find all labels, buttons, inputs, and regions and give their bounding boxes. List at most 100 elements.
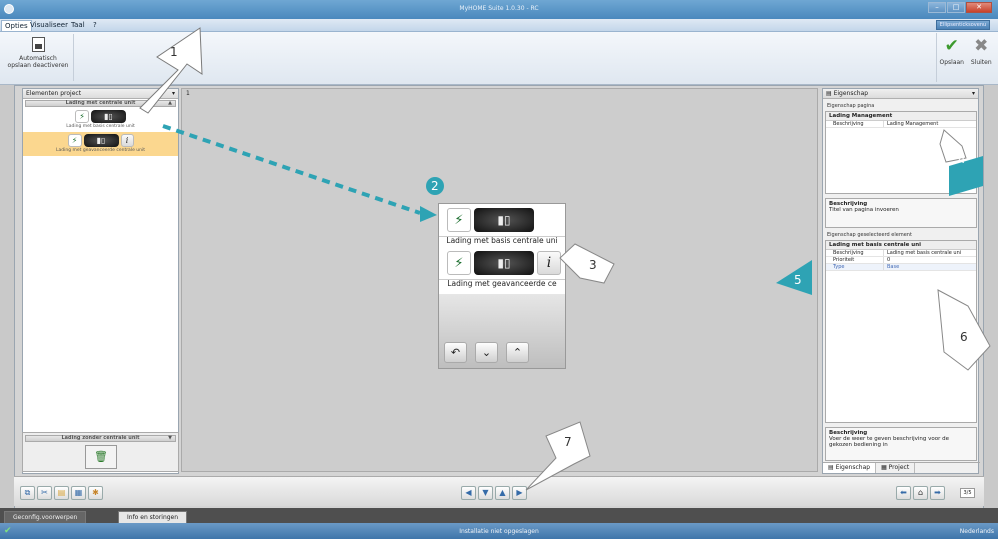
save-label: Opslaan	[939, 59, 964, 66]
callout-1: 1	[170, 45, 178, 59]
component-basic-unit[interactable]: ⚡ ▮▯ Lading met basis centrale unit	[23, 108, 178, 132]
plug-load-icon: ⚡	[75, 110, 89, 123]
page-number: 1	[186, 90, 190, 97]
move-left-button[interactable]: ◀	[461, 486, 476, 500]
component-label: Lading met geavanceerde centrale unit	[56, 148, 145, 153]
properties-title: Eigenschap	[833, 90, 869, 97]
window-title: MyHOME Suite 1.0.30 - RC	[459, 5, 539, 12]
collapse-chevron-icon[interactable]: ▲	[168, 101, 172, 106]
load-device-icon: ▮▯	[474, 251, 534, 275]
expand-chevron-icon[interactable]: ▼	[168, 436, 172, 441]
title-bar: MyHOME Suite 1.0.30 - RC – □ ✕	[0, 0, 998, 19]
property-value[interactable]: Lading met basis centrale uni	[884, 250, 961, 256]
element-properties-label: Eigenschap geselecteerd element	[827, 232, 912, 238]
home-icon[interactable]: ⌂	[913, 486, 928, 500]
element-properties-header: Lading met basis centrale uni	[826, 241, 976, 250]
window-controls: – □ ✕	[928, 2, 992, 13]
tab-info-errors[interactable]: Info en storingen	[118, 511, 188, 523]
property-row[interactable]: Beschrijving Lading met basis centrale u…	[826, 250, 976, 257]
callout-5: 5	[794, 273, 802, 287]
property-value[interactable]: Lading Management	[884, 121, 938, 127]
help-button[interactable]: Ellipsenticksovenu	[936, 20, 990, 30]
autosave-label-1: Automatisch	[19, 55, 57, 62]
tab-project[interactable]: ▦ Project	[876, 463, 916, 473]
properties-tabs: ▤ Eigenschap ▦ Project	[823, 462, 980, 473]
component-label: Lading met basis centrale unit	[66, 124, 135, 129]
autosave-toggle-button[interactable]: Automatisch opslaan deactiveren	[3, 34, 74, 81]
ribbon-toolbar: Automatisch opslaan deactiveren ✔ Opslaa…	[0, 32, 998, 85]
device-item-label: Lading met geavanceerde ce	[447, 279, 557, 288]
elements-panel-header: Elementen project ▾	[23, 89, 178, 99]
tab-label: Eigenschap	[835, 464, 871, 471]
status-tabs-bar: Geconfig.voorwerpen Info en storingen	[0, 508, 998, 523]
maximize-button[interactable]: □	[947, 2, 965, 13]
next-page-button[interactable]: ➡	[930, 486, 945, 500]
checkmark-icon: ✔	[944, 36, 959, 56]
pin-icon[interactable]: ▾	[172, 90, 175, 97]
property-key: Beschrijving	[826, 250, 884, 256]
grid-icon[interactable]: ▦	[71, 486, 86, 500]
elements-panel-title: Elementen project	[26, 90, 82, 97]
group-header-label: Lading zonder centrale unit	[61, 435, 140, 441]
previous-page-button[interactable]: ⬅	[896, 486, 911, 500]
component-advanced-unit[interactable]: ⚡ ▮▯ i Lading met geavanceerde centrale …	[23, 132, 178, 156]
back-button[interactable]: ↶	[444, 342, 467, 363]
move-right-button[interactable]: ▶	[512, 486, 527, 500]
property-row[interactable]: Prioriteit 0	[826, 257, 976, 264]
minimize-button[interactable]: –	[928, 2, 946, 13]
elements-panel-footer: Lading zonder centrale unit ▼ 🗑	[22, 432, 179, 472]
menu-visualiseer[interactable]: Visualiseer	[30, 21, 68, 29]
device-item-basic[interactable]: ⚡ ▮▯ Lading met basis centrale uni	[439, 204, 565, 245]
language-indicator: Nederlands	[959, 528, 994, 535]
scroll-up-button[interactable]: ⌃	[506, 342, 529, 363]
properties-tab-icon: ▤	[828, 464, 836, 471]
menu-help[interactable]: ?	[93, 21, 97, 29]
cut-icon[interactable]: ✂	[37, 486, 52, 500]
save-close-group: ✔ Opslaan ✖ Sluiten	[936, 33, 996, 82]
paste-icon[interactable]: ▤	[54, 486, 69, 500]
close-button[interactable]: ✖ Sluiten	[967, 33, 997, 82]
pin-icon[interactable]: ▾	[972, 90, 975, 97]
callout-4: 4	[958, 152, 966, 166]
group-header-without-unit[interactable]: Lading zonder centrale unit ▼	[25, 435, 176, 442]
load-device-icon: ▮▯	[91, 110, 126, 123]
page-indicator: 3/5	[960, 488, 975, 498]
property-key: Prioriteit	[826, 257, 884, 263]
tab-configured-objects[interactable]: Geconfig.voorwerpen	[4, 511, 87, 523]
page-description-box: Beschrijving Titel van pagina invoeren	[825, 198, 977, 228]
load-device-icon: ▮▯	[83, 134, 119, 147]
menu-taal[interactable]: Taal	[71, 21, 85, 29]
load-device-icon: ▮▯	[474, 208, 534, 232]
property-row[interactable]: Type Base	[826, 264, 976, 271]
close-label: Sluiten	[970, 59, 992, 66]
status-message: Installatie niet opgeslagen	[459, 528, 539, 535]
tab-eigenschap[interactable]: ▤ Eigenschap	[823, 463, 877, 473]
callout-6: 6	[960, 330, 968, 344]
property-row[interactable]: Beschrijving Lading Management	[826, 121, 976, 128]
group-header-label: Lading met centrale unit	[65, 100, 136, 106]
device-item-label: Lading met basis centrale uni	[446, 236, 558, 245]
tools-icon[interactable]: ✱	[88, 486, 103, 500]
floppy-disk-icon	[31, 37, 45, 52]
group-header-with-unit[interactable]: Lading met centrale unit ▲	[25, 100, 176, 107]
menu-opties[interactable]: Opties	[1, 20, 32, 31]
property-value[interactable]: 0	[884, 257, 890, 263]
device-preview[interactable]: ⚡ ▮▯ Lading met basis centrale uni ⚡ ▮▯ …	[438, 203, 566, 369]
device-item-advanced[interactable]: ⚡ ▮▯ i Lading met geavanceerde ce	[439, 247, 565, 288]
project-tab-icon: ▦	[881, 464, 889, 471]
plug-load-icon: ⚡	[447, 208, 471, 232]
property-key: Type	[826, 264, 884, 270]
move-up-button[interactable]: ▲	[495, 486, 510, 500]
copy-icon[interactable]: ⧉	[20, 486, 35, 500]
info-icon: i	[537, 251, 561, 275]
move-down-button[interactable]: ▼	[478, 486, 493, 500]
property-value[interactable]: Base	[884, 264, 899, 270]
menu-bar: Opties Visualiseer Taal ? Ellipsentickso…	[0, 19, 998, 32]
tab-label: Project	[888, 464, 910, 471]
save-button[interactable]: ✔ Opslaan	[937, 33, 967, 82]
scroll-down-button[interactable]: ⌄	[475, 342, 498, 363]
trash-icon[interactable]: 🗑	[85, 445, 117, 469]
element-properties-table: Lading met basis centrale uni Beschrijvi…	[825, 240, 977, 423]
x-icon: ✖	[974, 36, 989, 56]
close-window-button[interactable]: ✕	[966, 2, 992, 13]
